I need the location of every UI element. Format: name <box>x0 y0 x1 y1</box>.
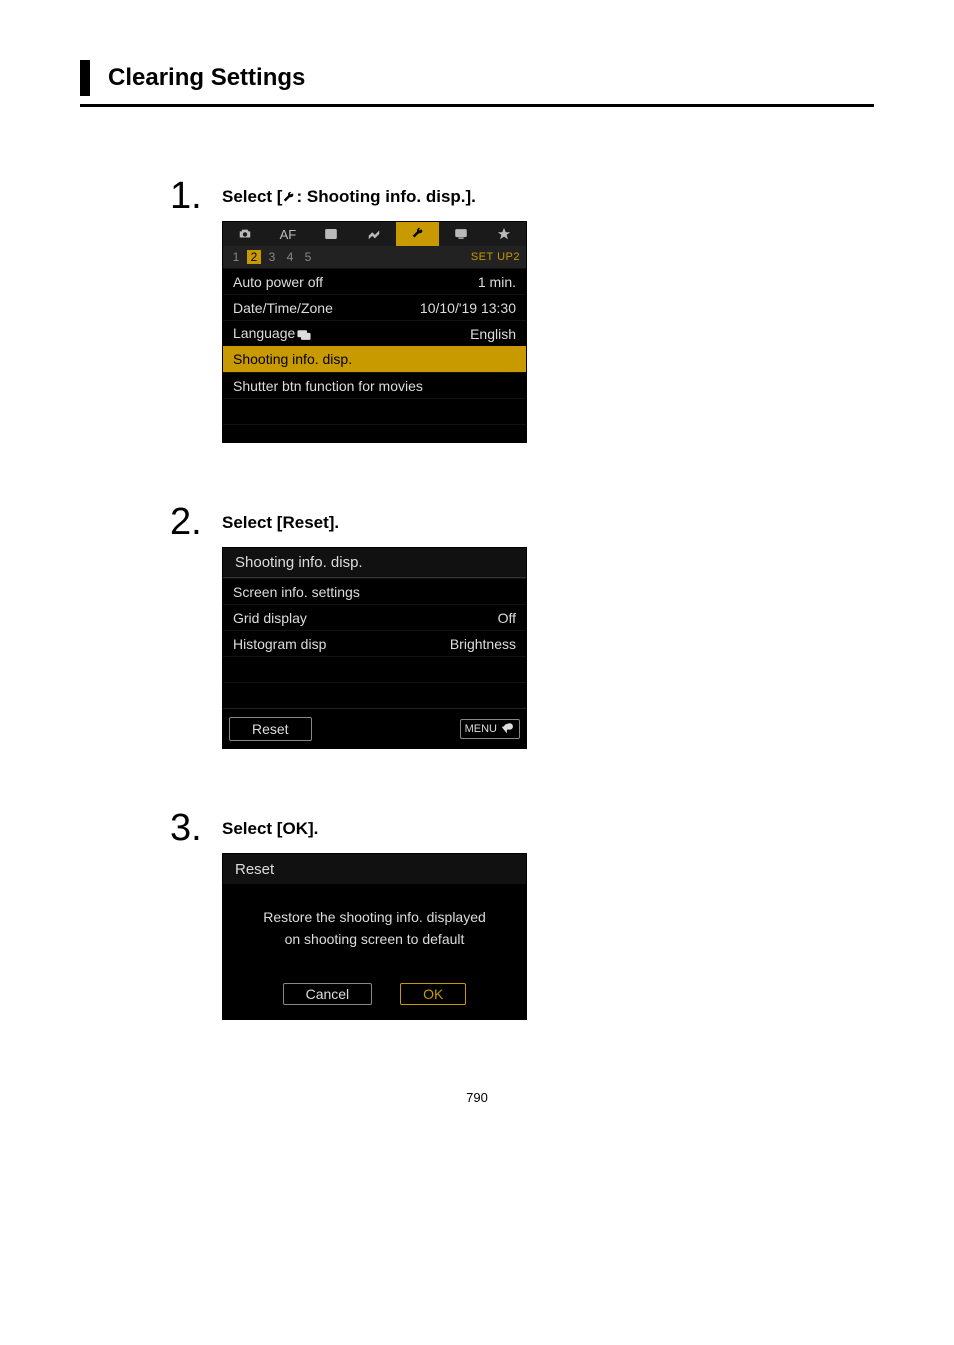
dialog-title-row: Reset <box>223 854 526 884</box>
reset-button[interactable]: Reset <box>229 717 312 741</box>
step-number: 2. <box>170 503 222 541</box>
page-4[interactable]: 4 <box>283 250 297 264</box>
steps-list: 1. Select [ : Shooting info. disp.]. AF <box>170 177 954 1020</box>
menu-row-date-time-zone[interactable]: Date/Time/Zone 10/10/'19 13:30 <box>223 294 526 320</box>
menu-row-empty <box>223 656 526 682</box>
row-label: Language <box>233 325 470 341</box>
row-value: Brightness <box>450 636 516 652</box>
page-title: Clearing Settings <box>80 60 954 96</box>
divider <box>80 104 874 107</box>
step-number: 1. <box>170 177 222 215</box>
language-text: Language <box>233 325 295 341</box>
wrench-icon <box>282 191 296 205</box>
page-5[interactable]: 5 <box>301 250 315 264</box>
step-title: Select [ : Shooting info. disp.]. <box>222 187 527 207</box>
step-3: 3. Select [OK]. Reset Restore the shooti… <box>170 809 954 1020</box>
tab-display[interactable] <box>439 222 482 246</box>
camera-menu-screen-3: Reset Restore the shooting info. display… <box>222 853 527 1020</box>
menu-row-empty <box>223 682 526 708</box>
menu-label: MENU <box>465 723 497 735</box>
page-row: 1 2 3 4 5 SET UP2 <box>223 246 526 268</box>
button-row: Reset MENU <box>223 708 526 748</box>
menu-row-empty <box>223 424 526 442</box>
row-value: English <box>470 326 516 342</box>
row-label: Grid display <box>233 610 498 626</box>
screen-title: Shooting info. disp. <box>235 554 363 571</box>
wrench-icon <box>411 227 425 241</box>
menu-back-button[interactable]: MENU <box>460 719 520 739</box>
af-label: AF <box>280 227 297 242</box>
menu-row-screen-info-settings[interactable]: Screen info. settings <box>223 578 526 604</box>
display-icon <box>454 227 468 241</box>
step-title-post: : Shooting info. disp.]. <box>296 187 475 206</box>
row-label: Auto power off <box>233 274 478 290</box>
menu-row-empty <box>223 398 526 424</box>
step-title-pre: Select [ <box>222 187 282 206</box>
network-icon <box>367 227 381 241</box>
cancel-button[interactable]: Cancel <box>283 983 373 1005</box>
tab-af[interactable]: AF <box>266 222 309 246</box>
language-icon <box>297 328 311 342</box>
camera-icon <box>238 227 252 241</box>
tab-play[interactable] <box>310 222 353 246</box>
dialog-title: Reset <box>235 861 274 878</box>
tab-wrench[interactable] <box>396 222 439 246</box>
page-2[interactable]: 2 <box>247 250 261 264</box>
tab-row: AF <box>223 222 526 246</box>
row-value: 10/10/'19 13:30 <box>420 300 516 316</box>
dialog-button-row: Cancel OK <box>223 961 526 1019</box>
setup-label: SET UP2 <box>471 251 520 263</box>
star-icon <box>497 227 511 241</box>
tab-star[interactable] <box>483 222 526 246</box>
row-value: 1 min. <box>478 274 516 290</box>
row-label: Date/Time/Zone <box>233 300 420 316</box>
menu-row-shooting-info-disp[interactable]: Shooting info. disp. <box>223 346 526 372</box>
tab-camera[interactable] <box>223 222 266 246</box>
camera-menu-screen-1: AF 1 2 3 4 5 SET UP2 <box>222 221 527 443</box>
camera-menu-screen-2: Shooting info. disp. Screen info. settin… <box>222 547 527 749</box>
menu-row-shutter-btn[interactable]: Shutter btn function for movies <box>223 372 526 398</box>
row-label: Shutter btn function for movies <box>233 378 516 394</box>
menu-row-language[interactable]: Language English <box>223 320 526 346</box>
row-label: Shooting info. disp. <box>233 351 352 367</box>
row-label: Histogram disp <box>233 636 450 652</box>
page-3[interactable]: 3 <box>265 250 279 264</box>
step-title: Select [Reset]. <box>222 513 527 533</box>
return-icon <box>501 722 515 736</box>
menu-row-histogram-disp[interactable]: Histogram disp Brightness <box>223 630 526 656</box>
step-1: 1. Select [ : Shooting info. disp.]. AF <box>170 177 954 443</box>
page-number: 790 <box>0 1090 954 1105</box>
row-value: Off <box>498 610 516 626</box>
tab-network[interactable] <box>353 222 396 246</box>
page-1[interactable]: 1 <box>229 250 243 264</box>
row-label: Screen info. settings <box>233 584 516 600</box>
step-2: 2. Select [Reset]. Shooting info. disp. … <box>170 503 954 749</box>
step-title: Select [OK]. <box>222 819 527 839</box>
play-icon <box>324 227 338 241</box>
message-line-1: Restore the shooting info. displayed <box>237 906 512 928</box>
screen-title-row: Shooting info. disp. <box>223 548 526 578</box>
dialog-message: Restore the shooting info. displayed on … <box>223 884 526 961</box>
message-line-2: on shooting screen to default <box>237 928 512 950</box>
step-number: 3. <box>170 809 222 847</box>
menu-row-grid-display[interactable]: Grid display Off <box>223 604 526 630</box>
menu-row-auto-power-off[interactable]: Auto power off 1 min. <box>223 268 526 294</box>
ok-button[interactable]: OK <box>400 983 466 1005</box>
